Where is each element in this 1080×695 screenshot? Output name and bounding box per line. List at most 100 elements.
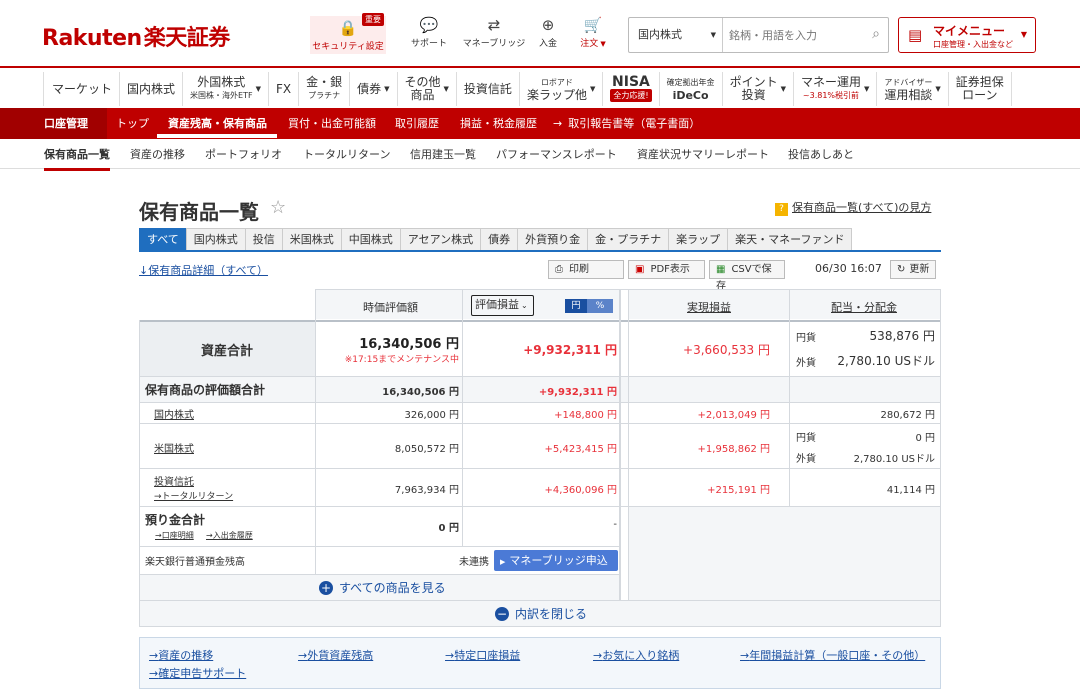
gnav-money-management[interactable]: マネー運用 ~3.81%税引前 ▼ [794, 72, 878, 106]
gnav-nisa[interactable]: NISA 全力応援! [603, 72, 660, 106]
chevron-down-icon: ▼ [1020, 30, 1027, 39]
tab-rakuwrap[interactable]: 楽ラップ [668, 228, 729, 250]
rnav-purchasable-amount[interactable]: 買付・出金可能額 [288, 108, 376, 139]
moneybridge-apply-button[interactable]: ▶ マネーブリッジ申込 [494, 550, 618, 571]
close-breakdown-button[interactable]: − 内訳を閉じる [495, 605, 587, 622]
rakuten-bank-label: 楽天銀行普通預金残高 [145, 557, 245, 568]
moneybridge-link[interactable]: ⇄ マネーブリッジ [458, 16, 530, 49]
tab-foreign-deposits[interactable]: 外貨預り金 [517, 228, 589, 250]
holdings-total-label: 保有商品の評価額合計 [145, 383, 266, 397]
tab-domestic-stocks[interactable]: 国内株式 [185, 228, 246, 250]
link-asset-history[interactable]: →資産の推移 [149, 647, 213, 663]
link-annual-pl[interactable]: →年間損益計算（一般口座・その他） [740, 647, 925, 663]
subnav-fund-footprint[interactable]: 投信あしあと [788, 146, 854, 162]
gnav-mutual-funds[interactable]: 投資信託 [457, 72, 520, 106]
plus-circle-icon: + [319, 581, 333, 595]
holdings-detail-link[interactable]: ↓保有商品詳細（すべて） [139, 262, 268, 278]
help-icon: ? [775, 203, 788, 216]
tab-us-stocks[interactable]: 米国株式 [281, 228, 342, 250]
tab-money-fund[interactable]: 楽天・マネーファンド [727, 228, 853, 250]
refresh-icon: ↻ [897, 264, 906, 275]
help-link[interactable]: ? 保有商品一覧(すべて)の見方 [775, 199, 931, 216]
rnav-trade-history[interactable]: 取引履歴 [395, 108, 439, 139]
subnav-performance-report[interactable]: パフォーマンスレポート [496, 146, 617, 162]
total-assets-label: 資産合計 [201, 344, 254, 359]
product-tabs: すべて 国内株式 投信 米国株式 中国株式 アセアン株式 債券 外貨預り金 金・… [139, 228, 941, 252]
gnav-fx[interactable]: FX [269, 72, 300, 106]
pl-type-select[interactable]: 評価損益 ⌄ [471, 295, 534, 316]
play-icon: ▶ [500, 558, 506, 566]
gnav-robo-advisor[interactable]: ロボアド 楽ラップ他 ▼ [520, 72, 604, 106]
gnav-securities-loan[interactable]: 証券担保 ローン [949, 72, 1012, 106]
refresh-button[interactable]: ↻ 更新 [890, 260, 937, 279]
subnav-total-return[interactable]: トータルリターン [303, 146, 390, 162]
gnav-point-investment[interactable]: ポイント 投資 ▼ [723, 72, 794, 106]
col-market-value: 時価評価額 [363, 301, 418, 314]
subnav-margin-positions[interactable]: 信用建玉一覧 [410, 146, 476, 162]
row-domestic-stocks-link[interactable]: 国内株式 [154, 406, 194, 421]
chevron-down-icon: ⌄ [521, 301, 528, 310]
tab-gold-platinum[interactable]: 金・プラチナ [587, 228, 670, 250]
deposit-market-value: 0 円 [438, 523, 459, 534]
total-return-link[interactable]: →トータルリターン [154, 489, 233, 502]
minus-circle-icon: − [495, 607, 509, 621]
subnav-holdings-list[interactable]: 保有商品一覧 [44, 146, 110, 171]
search-icon[interactable]: ⌕ [872, 26, 880, 42]
col-realized-pl[interactable]: 実現損益 [687, 299, 731, 315]
gnav-market[interactable]: マーケット [43, 72, 121, 106]
gnav-other-products[interactable]: その他 商品 ▼ [398, 72, 457, 106]
total-unrealized-pl: +9,932,311 円 [523, 343, 617, 357]
rakuten-logo[interactable]: Rakuten楽天証券 [42, 20, 230, 52]
cart-icon: 🛒 [583, 16, 603, 34]
gnav-ideco[interactable]: 確定拠出年金 iDeCo [660, 72, 723, 106]
search-input[interactable] [729, 24, 859, 46]
link-foreign-assets[interactable]: →外貨資産残高 [298, 647, 373, 663]
rnav-report-link[interactable]: → 取引報告書等（電子書面） [553, 108, 700, 139]
order-menu[interactable]: 🛒 注文 ▼ [570, 16, 616, 49]
toggle-yen[interactable]: 円 [565, 299, 587, 313]
gnav-gold-silver[interactable]: 金・銀 プラチナ [299, 72, 351, 106]
arrow-right-icon: → [553, 117, 563, 130]
total-realized-pl: +3,660,533 円 [683, 343, 770, 357]
deposit-history-link[interactable]: →入出金履歴 [206, 530, 253, 541]
support-link[interactable]: 💬 サポート [392, 16, 466, 49]
pdf-button[interactable]: ▣ PDF表示 [628, 260, 705, 279]
rnav-pl-tax-history[interactable]: 損益・税金履歴 [460, 108, 537, 139]
my-menu-button[interactable]: ▤ マイメニュー 口座管理・入出金など ▼ [898, 17, 1036, 53]
site-header: Rakuten楽天証券 🔒 セキュリティ設定 重要 💬 サポート ⇄ マネーブリ… [0, 0, 1080, 68]
tab-all[interactable]: すべて [139, 228, 187, 250]
show-all-products-button[interactable]: + すべての商品を見る [319, 579, 446, 596]
rnav-top[interactable]: トップ [116, 108, 149, 139]
tab-china-stocks[interactable]: 中国株式 [340, 228, 401, 250]
tab-bonds[interactable]: 債券 [480, 228, 519, 250]
print-button[interactable]: ⎙ 印刷 [548, 260, 624, 279]
moneybridge-icon: ⇄ [487, 16, 501, 34]
subnav-asset-history[interactable]: 資産の推移 [130, 146, 185, 162]
csv-icon: ▦ [716, 264, 726, 275]
tab-asean-stocks[interactable]: アセアン株式 [399, 228, 482, 250]
my-menu-icon: ▤ [908, 26, 923, 44]
total-dividend-fx: 2,780.10 USドル [837, 354, 935, 368]
deposit-link[interactable]: ⊕ 入金 [526, 16, 570, 49]
subnav-asset-summary-report[interactable]: 資産状況サマリーレポート [637, 146, 769, 162]
star-icon[interactable]: ☆ [270, 197, 286, 218]
gnav-domestic-stocks[interactable]: 国内株式 [120, 72, 184, 106]
holdings-market-value: 16,340,506 円 [382, 387, 459, 398]
gnav-advisor[interactable]: アドバイザー 運用相談 ▼ [877, 72, 949, 106]
toggle-percent[interactable]: % [587, 299, 613, 313]
account-detail-link[interactable]: →口座明細 [155, 530, 194, 541]
row-us-stocks-link[interactable]: 米国株式 [154, 440, 194, 455]
link-favorite-stocks[interactable]: →お気に入り銘柄 [593, 647, 679, 663]
search-category-select[interactable]: 国内株式 [629, 18, 723, 52]
csv-button[interactable]: ▦ CSVで保存 [709, 260, 785, 292]
tab-mutual-funds[interactable]: 投信 [244, 228, 283, 250]
link-tax-return-support[interactable]: →確定申告サポート [149, 665, 246, 681]
row-mutual-funds-link[interactable]: 投資信託 [154, 473, 194, 488]
col-dividends[interactable]: 配当・分配金 [831, 299, 897, 315]
subnav-portfolio[interactable]: ポートフォリオ [205, 146, 282, 162]
bank-link-status: 未連携 [459, 557, 489, 568]
link-specific-account-pl[interactable]: →特定口座損益 [445, 647, 520, 663]
gnav-bonds[interactable]: 債券 ▼ [350, 72, 398, 106]
security-settings-link[interactable]: 🔒 セキュリティ設定 重要 [310, 13, 386, 54]
gnav-foreign-stocks[interactable]: 外国株式 米国株・海外ETF ▼ [183, 72, 269, 106]
